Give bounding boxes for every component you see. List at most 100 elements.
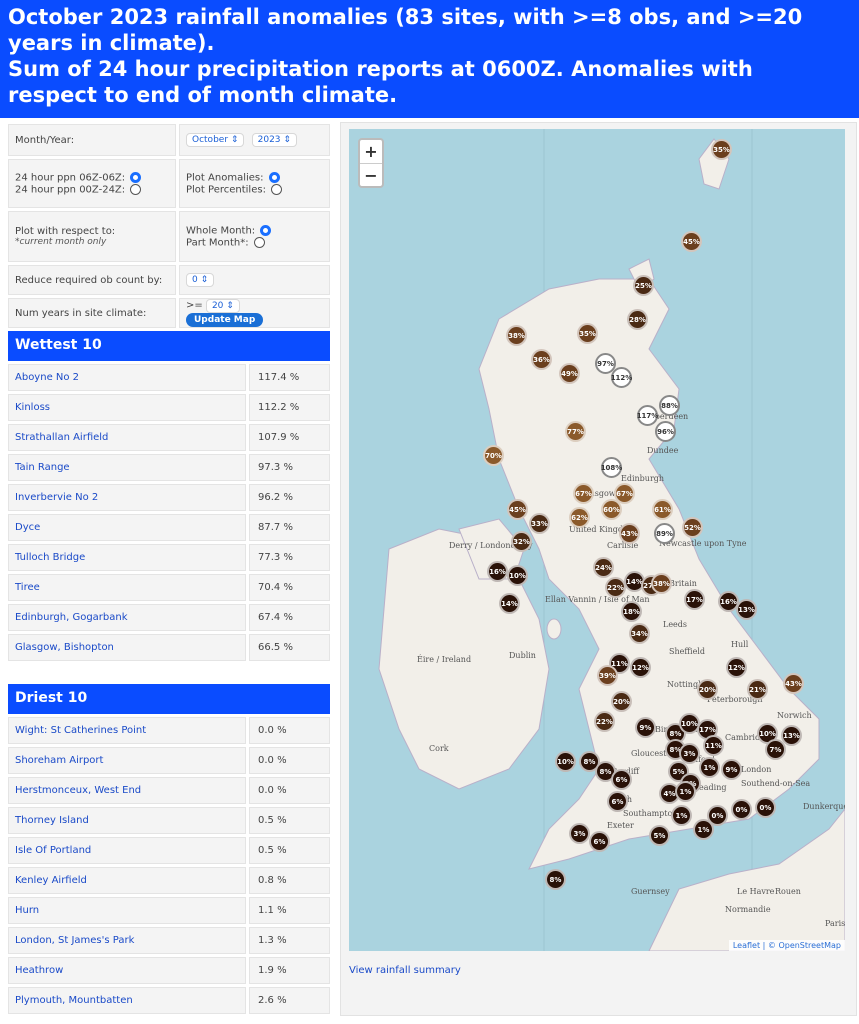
wettest-site-link[interactable]: Tiree — [8, 574, 246, 601]
station-marker[interactable]: 21% — [747, 679, 768, 700]
station-marker[interactable]: 33% — [529, 513, 550, 534]
station-marker[interactable]: 38% — [651, 573, 672, 594]
station-marker[interactable]: 45% — [681, 231, 702, 252]
leaflet-link[interactable]: Leaflet — [733, 941, 760, 950]
station-marker[interactable]: 108% — [601, 457, 622, 478]
part-month-radio[interactable] — [253, 236, 265, 248]
station-marker[interactable]: 77% — [565, 421, 586, 442]
station-marker[interactable]: 34% — [629, 623, 650, 644]
station-marker[interactable]: 62% — [569, 507, 590, 528]
driest-site-link[interactable]: Herstmonceux, West End — [8, 777, 246, 804]
station-marker[interactable]: 18% — [621, 601, 642, 622]
plot-percentiles-radio[interactable] — [271, 183, 283, 195]
month-select[interactable]: October ⇕ — [186, 133, 245, 147]
wettest-site-link[interactable]: Inverbervie No 2 — [8, 484, 246, 511]
station-marker[interactable]: 1% — [699, 757, 720, 778]
station-marker[interactable]: 1% — [675, 781, 696, 802]
num-years-label: Num years in site climate: — [8, 298, 176, 328]
station-marker[interactable]: 1% — [693, 819, 714, 840]
wettest-site-link[interactable]: Tulloch Bridge — [8, 544, 246, 571]
ppn-06-radio[interactable] — [130, 172, 142, 183]
station-marker[interactable]: 9% — [635, 717, 656, 738]
driest-site-link[interactable]: Plymouth, Mountbatten — [8, 987, 246, 1014]
station-marker[interactable]: 28% — [627, 309, 648, 330]
driest-site-link[interactable]: Hurn — [8, 897, 246, 924]
wettest-site-link[interactable]: Dyce — [8, 514, 246, 541]
driest-site-link[interactable]: Shoreham Airport — [8, 747, 246, 774]
station-marker[interactable]: 6% — [589, 831, 610, 852]
station-marker[interactable]: 12% — [726, 657, 747, 678]
station-marker[interactable]: 45% — [507, 499, 528, 520]
station-marker[interactable]: 20% — [611, 691, 632, 712]
driest-site-link[interactable]: Wight: St Catherines Point — [8, 717, 246, 744]
num-years-cell: >= 20 ⇕ Update Map — [179, 298, 330, 328]
station-marker[interactable]: 89% — [654, 523, 675, 544]
station-marker[interactable]: 32% — [511, 531, 532, 552]
station-marker[interactable]: 5% — [649, 825, 670, 846]
ppn-00-radio[interactable] — [130, 183, 142, 195]
station-marker[interactable]: 10% — [555, 751, 576, 772]
num-years-select[interactable]: 20 ⇕ — [205, 299, 240, 313]
station-marker[interactable]: 61% — [652, 499, 673, 520]
station-marker[interactable]: 0% — [755, 797, 776, 818]
osm-link[interactable]: OpenStreetMap — [778, 941, 841, 950]
station-marker[interactable]: 25% — [633, 275, 654, 296]
wettest-site-link[interactable]: Aboyne No 2 — [8, 364, 246, 391]
whole-month-radio[interactable] — [260, 225, 272, 236]
view-rainfall-summary-link[interactable]: View rainfall summary — [349, 965, 461, 976]
reduce-select[interactable]: 0 ⇕ — [186, 273, 215, 287]
driest-site-link[interactable]: London, St James's Park — [8, 927, 246, 954]
reduce-label: Reduce required ob count by: — [8, 265, 176, 295]
update-map-button[interactable]: Update Map — [186, 313, 264, 327]
driest-site-link[interactable]: Isle Of Portland — [8, 837, 246, 864]
station-marker[interactable]: 70% — [483, 445, 504, 466]
station-marker[interactable]: 24% — [593, 557, 614, 578]
station-marker[interactable]: 49% — [559, 363, 580, 384]
plot-anomalies-radio[interactable] — [268, 172, 280, 183]
station-marker[interactable]: 38% — [506, 325, 527, 346]
station-marker[interactable]: 117% — [637, 405, 658, 426]
station-marker[interactable]: 12% — [630, 657, 651, 678]
station-marker[interactable]: 67% — [573, 483, 594, 504]
station-marker[interactable]: 35% — [711, 139, 732, 160]
station-marker[interactable]: 9% — [721, 759, 742, 780]
station-marker[interactable]: 43% — [619, 523, 640, 544]
wettest-site-link[interactable]: Kinloss — [8, 394, 246, 421]
station-marker[interactable]: 16% — [487, 561, 508, 582]
station-marker[interactable]: 22% — [605, 577, 626, 598]
driest-site-link[interactable]: Kenley Airfield — [8, 867, 246, 894]
station-marker[interactable]: 10% — [507, 565, 528, 586]
station-marker[interactable]: 22% — [594, 711, 615, 732]
station-marker[interactable]: 43% — [783, 673, 804, 694]
rainfall-map[interactable]: + − Aberdeen Dundee Edinburgh Glasgow United… — [349, 129, 845, 951]
zoom-out-button[interactable]: − — [360, 163, 382, 186]
station-marker[interactable]: 6% — [611, 769, 632, 790]
station-marker[interactable]: 3% — [569, 823, 590, 844]
station-marker[interactable]: 60% — [601, 499, 622, 520]
station-marker[interactable]: 14% — [499, 593, 520, 614]
wettest-site-link[interactable]: Tain Range — [8, 454, 246, 481]
station-marker[interactable]: 6% — [607, 791, 628, 812]
wettest-site-link[interactable]: Strathallan Airfield — [8, 424, 246, 451]
station-marker[interactable]: 1% — [671, 805, 692, 826]
station-marker[interactable]: 17% — [684, 589, 705, 610]
wettest-site-link[interactable]: Glasgow, Bishopton — [8, 634, 246, 661]
station-marker[interactable]: 39% — [597, 665, 618, 686]
zoom-in-button[interactable]: + — [360, 140, 382, 163]
station-marker[interactable]: 0% — [731, 799, 752, 820]
driest-site-link[interactable]: Heathrow — [8, 957, 246, 984]
station-marker[interactable]: 13% — [781, 725, 802, 746]
station-marker[interactable]: 35% — [577, 323, 598, 344]
station-marker[interactable]: 20% — [697, 679, 718, 700]
wettest-site-link[interactable]: Edinburgh, Gogarbank — [8, 604, 246, 631]
station-marker[interactable]: 36% — [531, 349, 552, 370]
driest-site-link[interactable]: Thorney Island — [8, 807, 246, 834]
year-select[interactable]: 2023 ⇕ — [251, 133, 297, 147]
station-marker[interactable]: 88% — [659, 395, 680, 416]
station-marker[interactable]: 112% — [611, 367, 632, 388]
station-marker[interactable]: 8% — [545, 869, 566, 890]
station-marker[interactable]: 11% — [703, 735, 724, 756]
station-marker[interactable]: 96% — [655, 421, 676, 442]
station-marker[interactable]: 13% — [736, 599, 757, 620]
station-marker[interactable]: 52% — [682, 517, 703, 538]
